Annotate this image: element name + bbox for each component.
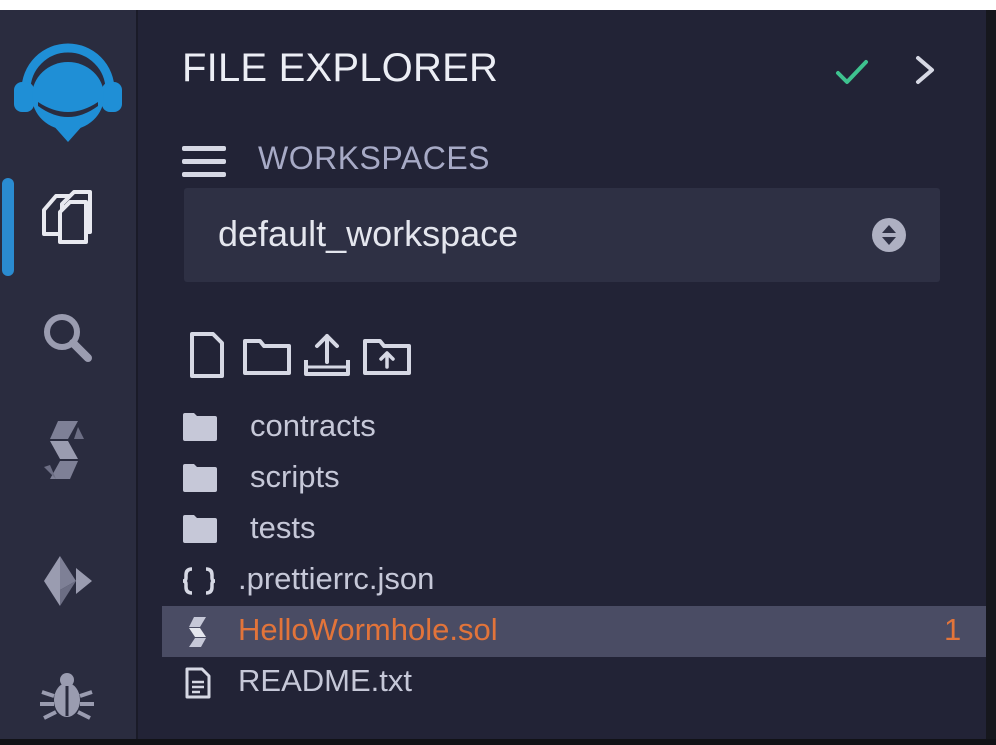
chevron-right-icon[interactable] [910,52,940,88]
tree-item-label: .prettierrc.json [238,561,435,596]
window-bottom-border [0,739,996,745]
debugger-icon[interactable] [38,668,96,726]
text-file-icon [184,667,212,704]
select-arrows-icon [872,218,906,252]
search-icon[interactable] [38,308,96,366]
file-tree: contracts scripts tests .prettierrc.json [162,402,986,708]
tree-item-label: README.txt [238,663,412,698]
tree-item-label: scripts [250,459,340,494]
window-right-border [986,10,996,745]
json-file-icon [182,567,216,600]
solidity-compiler-icon[interactable] [38,421,96,480]
folder-icon [182,463,218,498]
window-top-border [0,0,996,10]
file-explorer-icon[interactable] [38,188,96,246]
tree-item-label: tests [250,510,316,545]
active-plugin-indicator [2,178,14,276]
workspace-menu-icon[interactable] [182,144,228,180]
deploy-run-icon[interactable] [38,552,96,610]
workspace-select-value: default_workspace [218,213,519,254]
new-folder-icon[interactable] [242,326,292,384]
tree-item-tests[interactable]: tests [162,504,986,555]
file-explorer-panel: FILE EXPLORER WORKSPACES default_workspa… [138,10,986,739]
remix-logo-icon[interactable] [12,38,124,146]
folder-icon [182,514,218,549]
new-file-icon[interactable] [182,326,232,384]
explorer-toolbar [182,326,412,384]
tree-item-contracts[interactable]: contracts [162,402,986,453]
tree-item-prettierrc[interactable]: .prettierrc.json [162,555,986,606]
tree-item-hellowormhole[interactable]: HelloWormhole.sol 1 [162,606,986,657]
folder-icon [182,412,218,447]
workspace-select[interactable]: default_workspace [184,188,940,282]
panel-title: FILE EXPLORER [182,46,499,90]
icon-bar [0,10,138,739]
tree-item-label: HelloWormhole.sol [238,612,498,647]
tree-item-label: contracts [250,408,376,443]
solidity-file-icon [186,616,210,653]
upload-files-icon[interactable] [362,326,412,384]
tree-item-readme[interactable]: README.txt [162,657,986,708]
error-count-badge: 1 [944,612,962,647]
tree-item-scripts[interactable]: scripts [162,453,986,504]
check-icon [834,54,870,90]
workspaces-label: WORKSPACES [258,140,490,176]
publish-gist-icon[interactable] [302,326,352,384]
